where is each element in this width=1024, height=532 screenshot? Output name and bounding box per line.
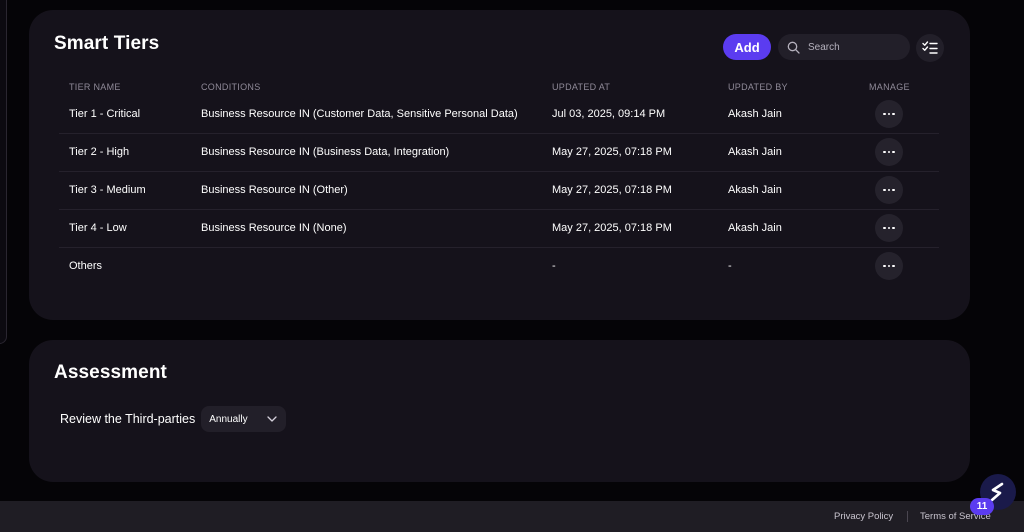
chevron-down-icon	[267, 416, 277, 422]
conditions-cell: Business Resource IN (Business Data, Int…	[201, 146, 450, 158]
notification-badge: 11	[970, 498, 994, 515]
column-header-updated-at: UPDATED AT	[552, 82, 611, 92]
tier-name-cell: Tier 1 - Critical	[69, 108, 141, 120]
assessment-card: Assessment Review the Third-parties Annu…	[29, 340, 970, 482]
manage-button[interactable]	[875, 252, 903, 280]
conditions-cell: Business Resource IN (None)	[201, 222, 347, 234]
column-header-conditions: CONDITIONS	[201, 82, 261, 92]
add-tier-button[interactable]: Add	[723, 34, 771, 60]
updated-at-cell: May 27, 2025, 07:18 PM	[552, 184, 672, 196]
footer: Privacy Policy Terms of Service	[0, 501, 1024, 532]
smart-tiers-title: Smart Tiers	[54, 33, 160, 54]
table-row: Tier 4 - Low Business Resource IN (None)…	[59, 210, 939, 248]
review-label: Review the Third-parties	[60, 412, 196, 426]
updated-by-cell: Akash Jain	[728, 184, 782, 196]
manage-button[interactable]	[875, 214, 903, 242]
updated-by-cell: -	[728, 260, 732, 272]
conditions-cell: Business Resource IN (Other)	[201, 184, 348, 196]
more-horizontal-icon	[883, 112, 895, 116]
privacy-policy-link[interactable]: Privacy Policy	[834, 511, 893, 522]
updated-by-cell: Akash Jain	[728, 222, 782, 234]
search-input[interactable]	[806, 40, 910, 54]
more-horizontal-icon	[883, 264, 895, 268]
table-row: Tier 1 - Critical Business Resource IN (…	[59, 96, 939, 134]
table-row: Tier 3 - Medium Business Resource IN (Ot…	[59, 172, 939, 210]
conditions-cell: Business Resource IN (Customer Data, Sen…	[201, 108, 518, 120]
manage-button[interactable]	[875, 138, 903, 166]
column-header-tier-name: TIER NAME	[69, 82, 121, 92]
updated-at-cell: May 27, 2025, 07:18 PM	[552, 146, 672, 158]
page: Smart Tiers Add TIER NAME C	[0, 0, 1024, 532]
left-panel-edge	[0, 0, 7, 344]
search-icon	[787, 41, 800, 54]
updated-by-cell: Akash Jain	[728, 108, 782, 120]
selected-frequency: Annually	[209, 413, 248, 425]
table-header: TIER NAME CONDITIONS UPDATED AT UPDATED …	[59, 80, 939, 96]
tier-name-cell: Tier 4 - Low	[69, 222, 127, 234]
tier-name-cell: Tier 3 - Medium	[69, 184, 146, 196]
column-filter-button[interactable]	[916, 34, 944, 62]
tiers-table: TIER NAME CONDITIONS UPDATED AT UPDATED …	[59, 80, 939, 285]
updated-at-cell: May 27, 2025, 07:18 PM	[552, 222, 672, 234]
review-frequency-select[interactable]: Annually	[201, 406, 287, 432]
manage-button[interactable]	[875, 100, 903, 128]
footer-divider	[907, 511, 908, 522]
assessment-title: Assessment	[54, 362, 167, 383]
updated-by-cell: Akash Jain	[728, 146, 782, 158]
table-row: Others - -	[59, 248, 939, 285]
column-header-updated-by: UPDATED BY	[728, 82, 788, 92]
review-frequency-row: Review the Third-parties Annually	[60, 406, 287, 432]
more-horizontal-icon	[883, 226, 895, 230]
updated-at-cell: -	[552, 260, 556, 272]
more-horizontal-icon	[883, 188, 895, 192]
checklist-filter-icon	[922, 41, 938, 55]
manage-button[interactable]	[875, 176, 903, 204]
more-horizontal-icon	[883, 150, 895, 154]
column-header-manage: MANAGE	[869, 82, 910, 92]
updated-at-cell: Jul 03, 2025, 09:14 PM	[552, 108, 666, 120]
tier-name-cell: Others	[69, 260, 103, 272]
tier-name-cell: Tier 2 - High	[69, 146, 130, 158]
search-box[interactable]	[778, 34, 910, 60]
table-row: Tier 2 - High Business Resource IN (Busi…	[59, 134, 939, 172]
smart-tiers-card: Smart Tiers Add TIER NAME C	[29, 10, 970, 320]
